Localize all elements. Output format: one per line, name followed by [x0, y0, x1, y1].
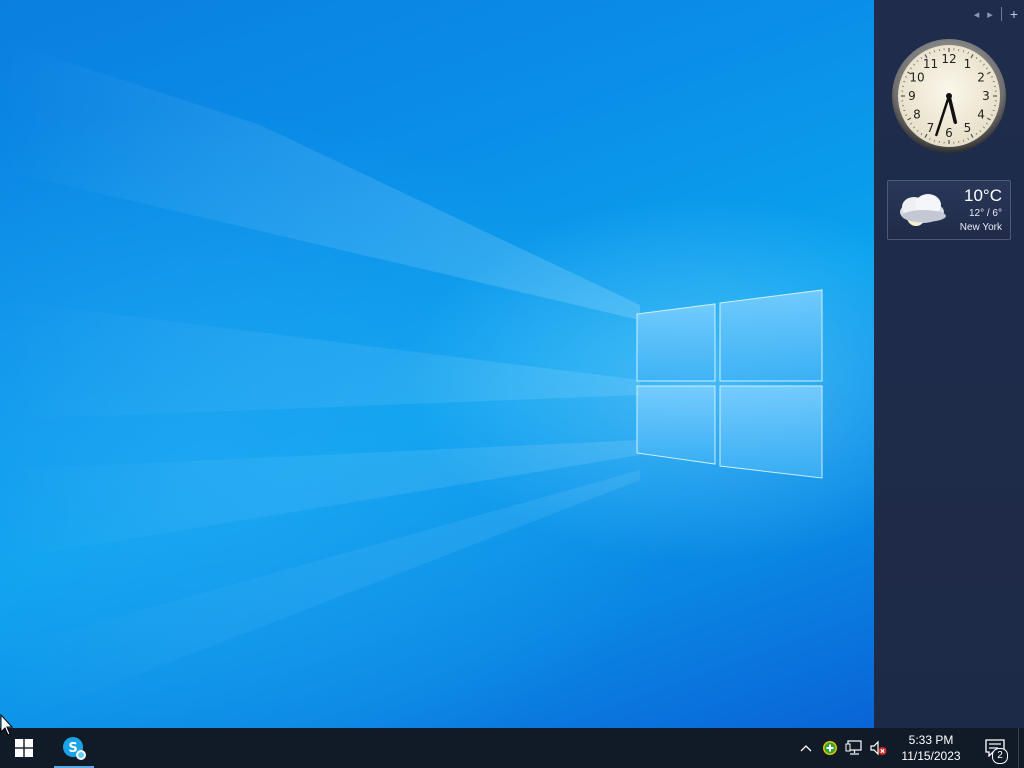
desktop[interactable]	[0, 0, 874, 728]
clock-number: 1	[964, 57, 972, 71]
gadget-sidebar: ◂ ▸ + 12 1 2 3 4 5 6 7 8 9 10 11 10°C 12…	[874, 0, 1024, 728]
controls-divider	[1000, 7, 1002, 21]
taskbar-skype-button[interactable]: S	[54, 728, 94, 768]
clock-number: 8	[913, 108, 921, 122]
clock-number: 3	[982, 89, 990, 103]
cloudy-night-icon	[900, 194, 946, 226]
system-tray: 5:33 PM 11/15/2023 2	[794, 728, 1024, 768]
mouse-cursor-icon	[0, 714, 14, 736]
clock-number: 9	[908, 89, 916, 103]
clock-number: 7	[927, 121, 935, 135]
taskbar-date: 11/15/2023	[901, 749, 961, 763]
taskbar-clock[interactable]: 5:33 PM 11/15/2023	[890, 728, 972, 768]
weather-high-low: 12° / 6°	[968, 208, 1002, 219]
clock-number: 2	[977, 71, 985, 85]
taskbar: S 5:33 PM 11/15/2023 2	[0, 728, 1024, 768]
clock-number: 11	[923, 57, 938, 71]
sidebar-controls: ◂ ▸ +	[974, 6, 1018, 22]
previous-page-icon[interactable]: ◂	[974, 8, 980, 21]
clock-number: 4	[977, 108, 985, 122]
wallpaper-windows-logo	[636, 289, 823, 479]
weather-gadget[interactable]: 10°C 12° / 6° New York	[887, 180, 1011, 240]
network-icon[interactable]	[842, 728, 866, 768]
wallpaper-light-beams	[0, 40, 823, 728]
show-desktop-button[interactable]	[1018, 728, 1024, 768]
security-shield-icon[interactable]	[818, 728, 842, 768]
clock-gadget[interactable]: 12 12 3 45678 9 1011	[890, 37, 1008, 155]
clock-number: 6	[945, 126, 953, 140]
next-page-icon[interactable]: ▸	[987, 8, 993, 21]
volume-muted-icon[interactable]	[866, 728, 890, 768]
skype-icon: S	[63, 737, 86, 760]
add-gadget-button[interactable]: +	[1010, 6, 1018, 22]
action-center-button[interactable]: 2	[972, 728, 1018, 768]
notification-count-badge: 2	[992, 748, 1008, 764]
taskbar-time: 5:33 PM	[908, 733, 954, 747]
show-hidden-icons-chevron-icon[interactable]	[794, 728, 818, 768]
weather-temperature: 10°C	[964, 186, 1002, 205]
clock-number: 12	[941, 52, 956, 66]
windows-logo-icon	[15, 739, 33, 757]
clock-number: 10	[909, 71, 924, 85]
clock-number: 5	[964, 121, 972, 135]
weather-city: New York	[959, 222, 1002, 233]
